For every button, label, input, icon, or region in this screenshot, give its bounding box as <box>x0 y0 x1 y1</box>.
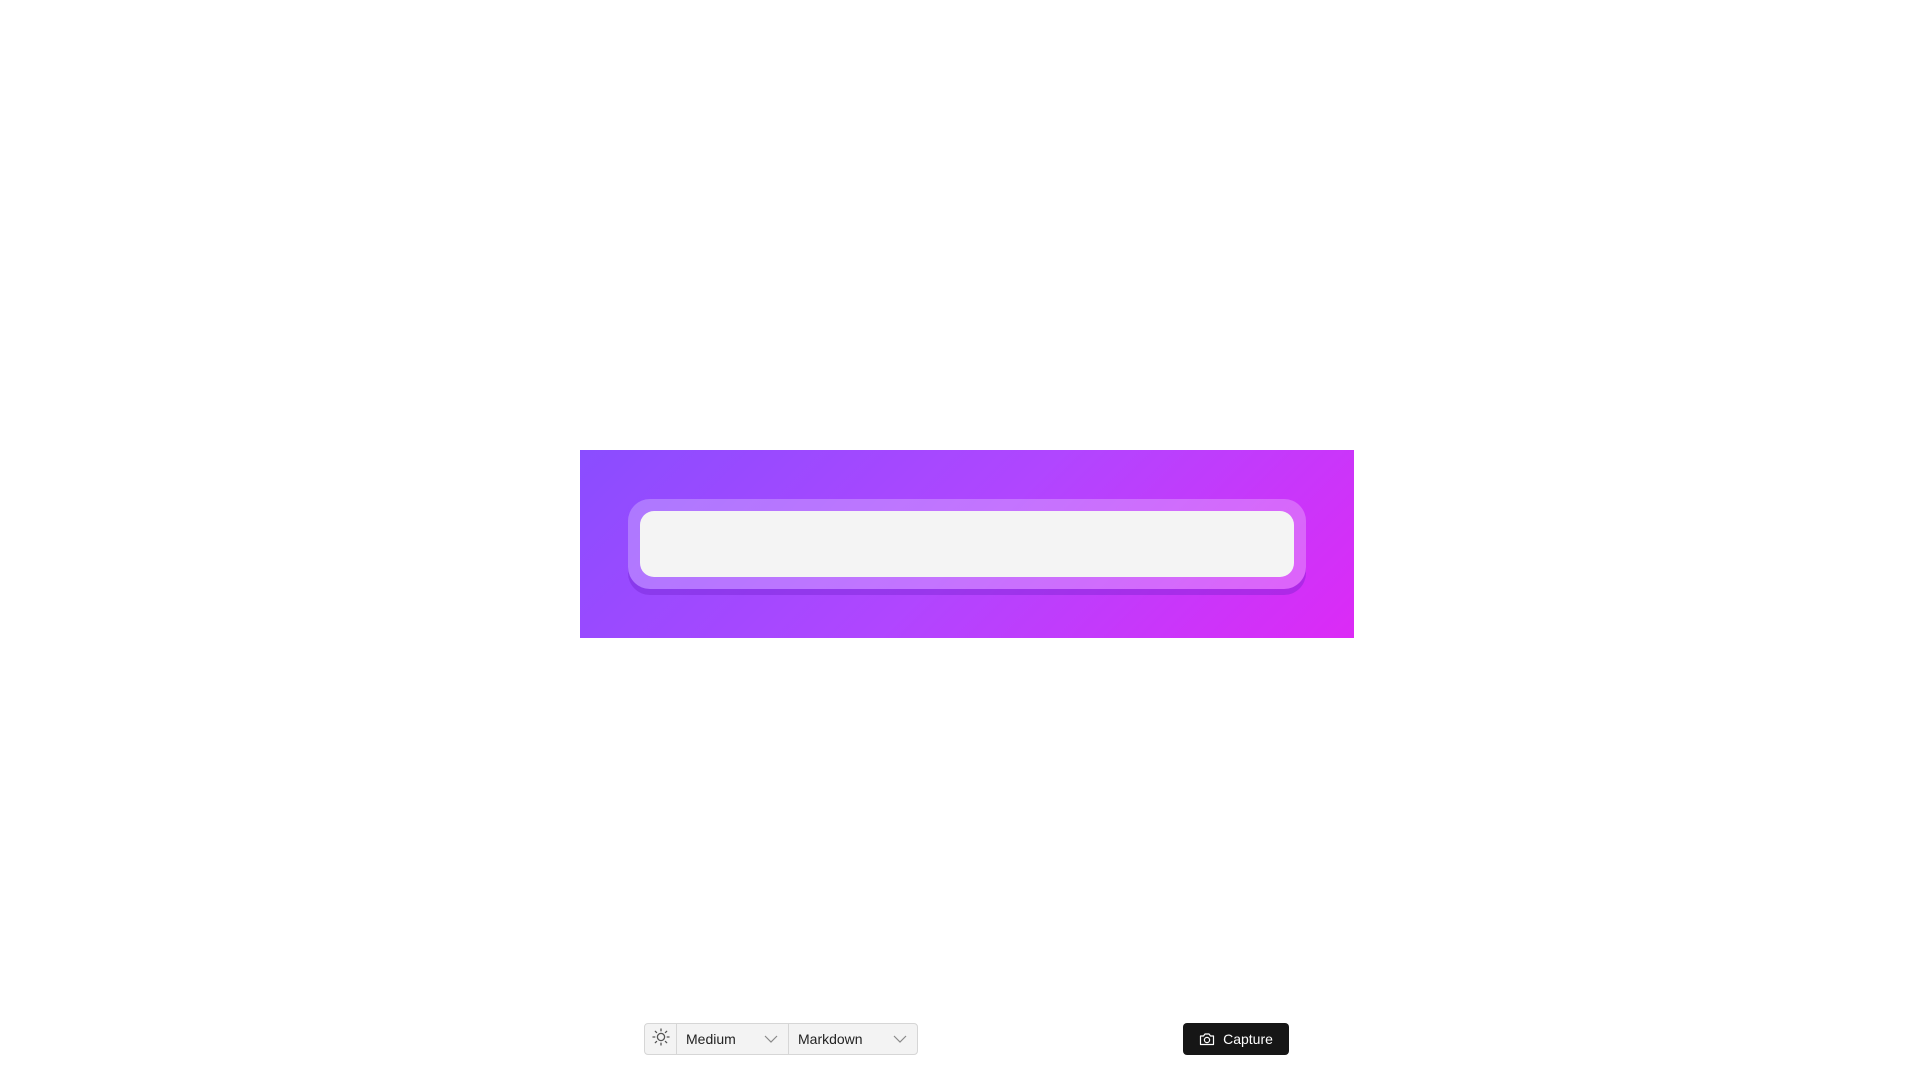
capture-button[interactable]: Capture <box>1183 1023 1289 1055</box>
theme-toggle-button[interactable] <box>645 1024 677 1054</box>
chevron-down-icon <box>764 1035 778 1043</box>
editor-frame <box>628 499 1306 589</box>
size-select[interactable]: Medium <box>677 1024 789 1054</box>
chevron-down-icon <box>893 1035 907 1043</box>
capture-button-label: Capture <box>1223 1031 1273 1047</box>
preview-canvas <box>580 450 1354 638</box>
size-select-value: Medium <box>686 1031 736 1047</box>
options-toolbar: Medium Markdown <box>644 1023 918 1055</box>
editor-area[interactable] <box>640 511 1294 577</box>
camera-icon <box>1199 1032 1215 1046</box>
format-select[interactable]: Markdown <box>789 1024 917 1054</box>
sun-icon <box>651 1027 670 1051</box>
format-select-value: Markdown <box>798 1031 863 1047</box>
